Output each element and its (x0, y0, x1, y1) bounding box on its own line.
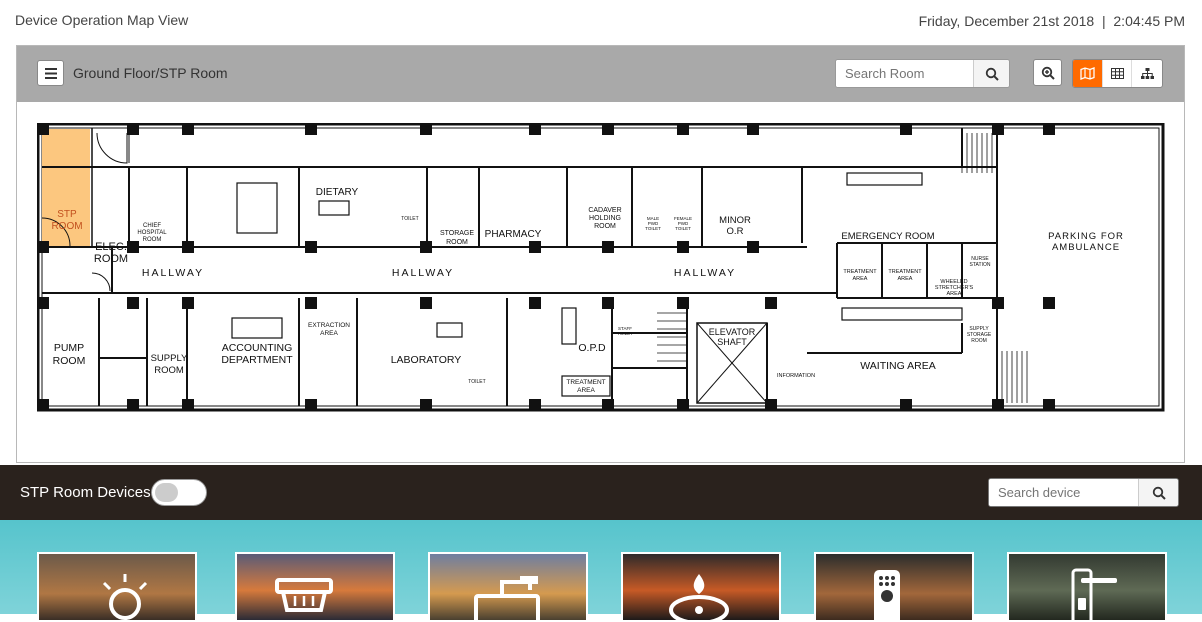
elec-room-label-2: ROOM (94, 253, 128, 265)
search-icon (1152, 486, 1166, 500)
toilet-a-label: TOILET (401, 216, 418, 222)
device-tile-1[interactable] (37, 552, 197, 622)
emergency-room-label: EMERGENCY ROOM (841, 231, 934, 242)
devices-title: STP Room Devices (20, 484, 151, 501)
search-device-box (988, 478, 1179, 507)
zoom-button[interactable] (1033, 59, 1062, 86)
floor-plan: STP ROOM ELEC. ROOM CHIEF HOSPITAL ROOM DIE… (37, 123, 1165, 412)
map-view-button[interactable] (1073, 60, 1103, 87)
device-tile-3[interactable] (428, 552, 588, 622)
date-separator: | (1101, 13, 1106, 29)
time-text: 2:04:45 PM (1113, 13, 1185, 29)
pharmacy-label: PHARMACY (485, 229, 542, 240)
grid-view-button[interactable] (1103, 60, 1133, 87)
information-label: INFORMATION (777, 373, 815, 379)
search-room-box (835, 59, 1010, 88)
staff-toilet-label: STAFF TOILET (617, 326, 633, 336)
hallway-label-1: HALLWAY (142, 267, 204, 279)
date-text: Friday, December 21st 2018 (918, 13, 1095, 29)
pump-room-label: PUMP ROOM (53, 342, 86, 367)
devices-bar: STP Room Devices (0, 465, 1202, 520)
pump-icon (474, 576, 540, 620)
hallway-label-3: HALLWAY (674, 267, 736, 279)
boiler-flame-icon (669, 574, 729, 620)
device-tile-2[interactable] (235, 552, 395, 622)
supply-room-label: SUPPLY ROOM (151, 353, 188, 376)
opd-label: O.P.D (578, 342, 606, 354)
table-icon (1110, 68, 1124, 79)
device-tiles (0, 520, 1202, 622)
menu-button[interactable] (37, 60, 64, 86)
device-tile-5[interactable] (814, 552, 974, 622)
view-switcher (1072, 59, 1163, 88)
waiting-area-label: WAITING AREA (860, 360, 935, 372)
search-room-button[interactable] (973, 60, 1009, 87)
page-title: Device Operation Map View (15, 12, 189, 28)
search-device-button[interactable] (1138, 479, 1178, 506)
search-room-input[interactable] (836, 60, 986, 87)
device-tile-6[interactable] (1007, 552, 1167, 622)
devices-toggle[interactable] (151, 479, 207, 506)
laboratory-label: LABORATORY (391, 354, 462, 366)
accounting-label: ACCOUNTING DEPARTMENT (221, 342, 293, 366)
dietary-label: DIETARY (316, 187, 359, 198)
map-icon (1080, 67, 1095, 80)
remote-icon (874, 570, 900, 620)
breadcrumb: Ground Floor/STP Room (73, 65, 228, 81)
map-panel: Ground Floor/STP Room Search Room STP RO… (16, 45, 1185, 463)
map-toolbar: Ground Floor/STP Room (17, 46, 1184, 102)
zoom-in-icon (1041, 66, 1055, 80)
device-tile-4[interactable] (621, 552, 781, 622)
toggle-knob (155, 483, 178, 502)
hallway-label-2: HALLWAY (392, 267, 454, 279)
heater-icon (275, 578, 333, 612)
sun-icon (102, 574, 148, 620)
search-device-input[interactable] (989, 479, 1139, 506)
hamburger-icon (44, 67, 57, 79)
date-time: Friday, December 21st 2018 | 2:04:45 PM (919, 13, 1185, 29)
nurse-station-label: NURSE STATION (970, 256, 991, 268)
search-icon (985, 67, 999, 81)
toilet-b-label: TOILET (468, 379, 485, 385)
hierarchy-view-button[interactable] (1132, 60, 1162, 87)
parking-ambulance-label: PARKING FOR AMBULANCE (1048, 231, 1124, 253)
top-header: Device Operation Map View Friday, Decemb… (0, 0, 1202, 44)
door-lock-icon (1071, 568, 1117, 620)
elec-room-label: ELEC. (95, 241, 127, 253)
sitemap-icon (1140, 68, 1154, 79)
